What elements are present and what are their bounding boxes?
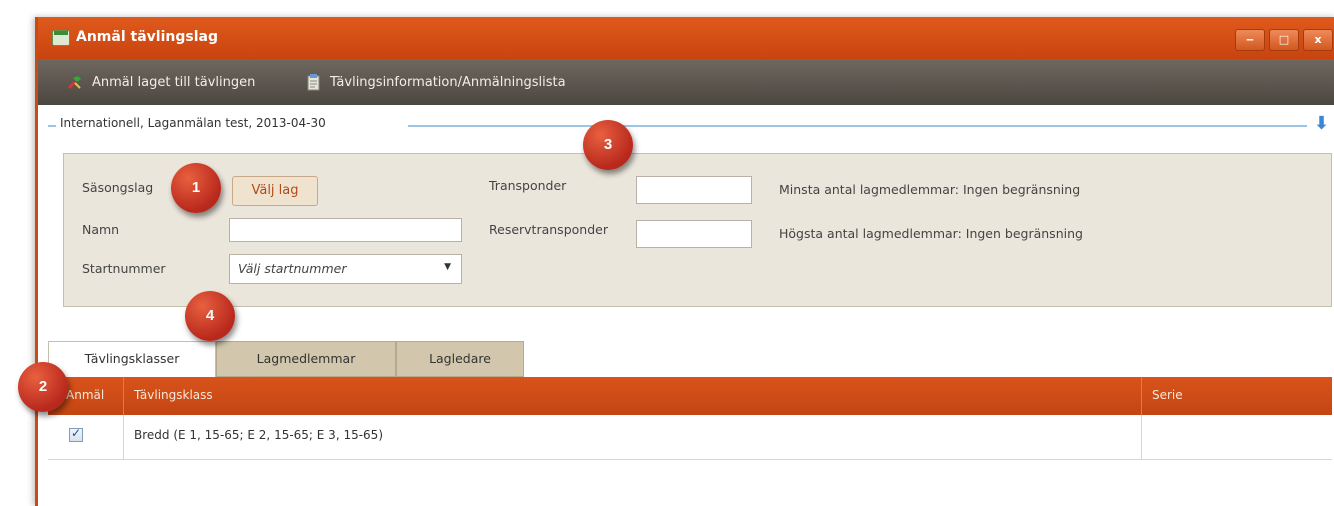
competition-info-button[interactable]: Tävlingsinformation/Anmälningslista [306,74,566,91]
min-members-text: Minsta antal lagmedlemmar: Ingen begräns… [779,182,1081,197]
reserve-transponder-input[interactable] [636,220,752,248]
column-header-register[interactable]: Anmäl [66,388,104,402]
annotation-badge-1: 1 [171,163,221,213]
maximize-button[interactable]: □ [1269,29,1299,51]
row-separator [1141,415,1142,459]
toolbar: Anmäl laget till tävlingen Tävlingsinfor… [38,59,1334,105]
annotation-badge-3: 3 [583,120,633,170]
choose-team-button[interactable]: Välj lag [232,176,318,206]
competition-class-cell: Bredd (E 1, 15-65; E 2, 15-65; E 3, 15-6… [134,428,383,442]
section-header: Internationell, Laganmälan test, 2013-04… [38,105,1334,143]
max-members-text: Högsta antal lagmedlemmar: Ingen begräns… [779,226,1083,241]
window-title: Anmäl tävlingslag [76,29,218,45]
section-rule [408,125,1307,127]
tab-team-members[interactable]: Lagmedlemmar [216,341,396,377]
register-icon [68,76,81,89]
collapse-arrow-icon[interactable]: ⬇ [1314,113,1329,134]
grid-header: Anmäl Tävlingsklass Serie [48,377,1332,415]
dropdown-caret-icon: ▼ [444,262,451,272]
start-number-select[interactable]: Välj startnummer ▼ [229,254,462,284]
document-icon [307,74,320,91]
register-team-label: Anmäl laget till tävlingen [92,74,256,90]
section-title: Internationell, Laganmälan test, 2013-04… [56,116,330,130]
annotation-badge-2: 2 [18,362,68,412]
column-header-serie[interactable]: Serie [1152,388,1183,402]
start-number-placeholder: Välj startnummer [238,261,347,276]
row-separator [123,415,124,459]
column-header-class[interactable]: Tävlingsklass [134,388,213,402]
name-input[interactable] [229,218,462,242]
annotation-badge-4: 4 [185,291,235,341]
season-team-label: Säsongslag [82,180,154,195]
competition-info-label: Tävlingsinformation/Anmälningslista [330,75,566,90]
column-separator [123,377,124,415]
minimize-button[interactable]: ‒ [1235,29,1265,51]
title-bar[interactable]: Anmäl tävlingslag ‒ □ x [38,17,1334,59]
start-number-label: Startnummer [82,261,166,276]
name-label: Namn [82,222,120,237]
tab-team-leaders[interactable]: Lagledare [396,341,524,377]
table-row[interactable]: Bredd (E 1, 15-65; E 2, 15-65; E 3, 15-6… [48,415,1332,460]
column-separator [1141,377,1142,415]
transponder-label: Transponder [489,178,567,193]
close-button[interactable]: x [1303,29,1333,51]
register-checkbox[interactable] [69,426,83,442]
reserve-transponder-label: Reservtransponder [489,222,608,237]
register-team-button[interactable]: Anmäl laget till tävlingen [66,74,255,90]
tab-competition-classes[interactable]: Tävlingsklasser [48,341,216,377]
transponder-input[interactable] [636,176,752,204]
team-form-panel: Säsongslag Välj lag Namn Startnummer Väl… [63,153,1332,307]
window-app-icon [52,30,70,46]
